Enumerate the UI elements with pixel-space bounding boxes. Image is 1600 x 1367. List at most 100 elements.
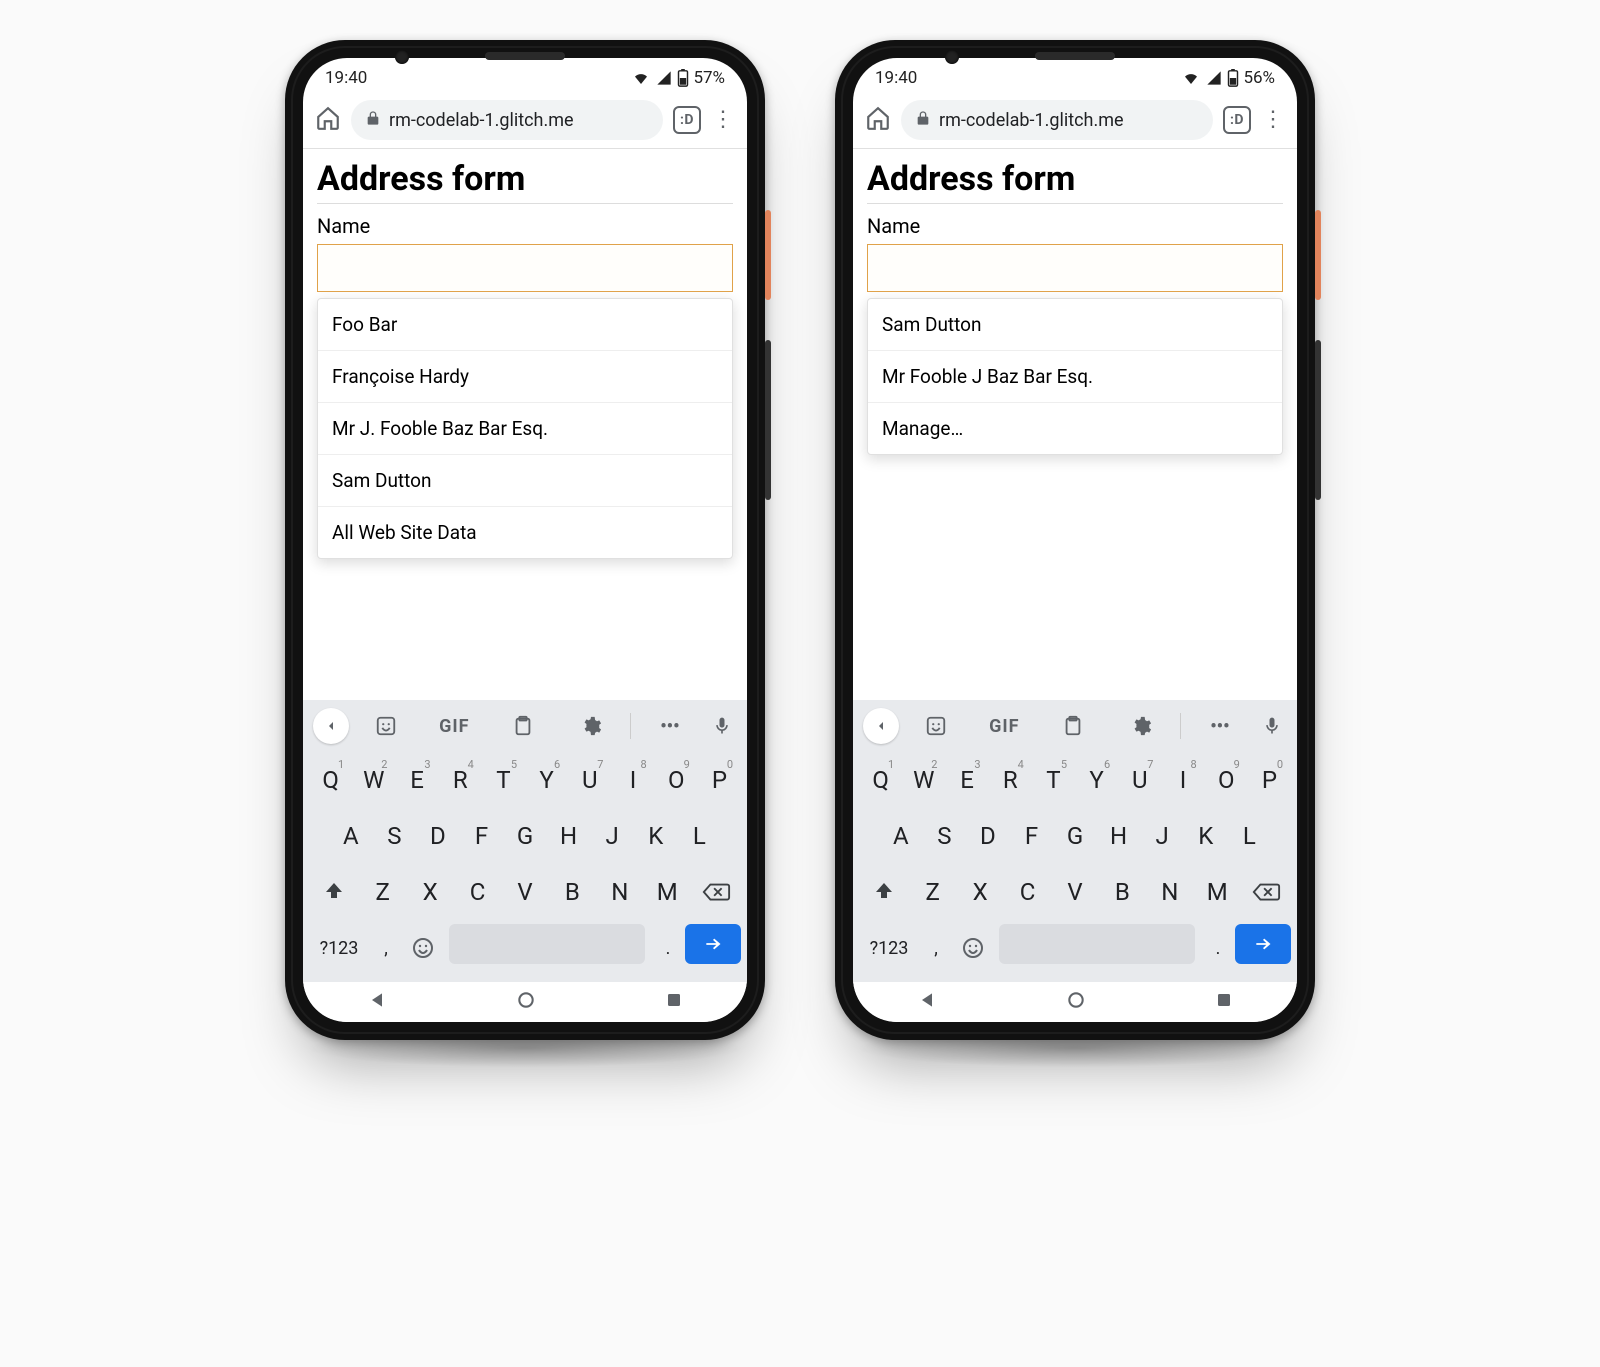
- autofill-suggestion[interactable]: All Web Site Data: [318, 507, 732, 558]
- address-bar[interactable]: rm-codelab-1.glitch.me: [351, 100, 663, 140]
- key-P[interactable]: P0: [1250, 756, 1289, 804]
- mic-icon[interactable]: [1257, 716, 1287, 736]
- gif-button[interactable]: GIF: [423, 716, 485, 737]
- sticker-icon[interactable]: [355, 715, 417, 737]
- backspace-key[interactable]: [1243, 868, 1289, 916]
- period-key[interactable]: .: [653, 924, 683, 972]
- clipboard-icon[interactable]: [1041, 715, 1103, 737]
- sticker-icon[interactable]: [905, 715, 967, 737]
- clipboard-icon[interactable]: [491, 715, 553, 737]
- key-C[interactable]: C: [1006, 868, 1049, 916]
- key-S[interactable]: S: [375, 812, 415, 860]
- overflow-menu-icon[interactable]: ⋮: [1261, 109, 1285, 131]
- key-N[interactable]: N: [598, 868, 641, 916]
- home-icon[interactable]: [865, 105, 891, 135]
- keyboard-collapse-button[interactable]: [313, 708, 349, 744]
- key-Z[interactable]: Z: [911, 868, 954, 916]
- key-A[interactable]: A: [881, 812, 921, 860]
- autofill-suggestion[interactable]: Manage…: [868, 403, 1282, 454]
- key-G[interactable]: G: [1055, 812, 1095, 860]
- nav-back-icon[interactable]: [367, 990, 387, 1014]
- key-K[interactable]: K: [1186, 812, 1226, 860]
- address-bar[interactable]: rm-codelab-1.glitch.me: [901, 100, 1213, 140]
- key-F[interactable]: F: [1012, 812, 1052, 860]
- key-H[interactable]: H: [1099, 812, 1139, 860]
- tab-switcher-button[interactable]: :D: [1223, 106, 1251, 134]
- autofill-suggestion[interactable]: Mr Fooble J Baz Bar Esq.: [868, 351, 1282, 403]
- gear-icon[interactable]: [560, 715, 622, 737]
- key-I[interactable]: I8: [1163, 756, 1202, 804]
- backspace-key[interactable]: [693, 868, 739, 916]
- numbers-key[interactable]: ?123: [861, 924, 917, 972]
- nav-recent-icon[interactable]: [1215, 991, 1233, 1013]
- nav-recent-icon[interactable]: [665, 991, 683, 1013]
- key-V[interactable]: V: [1053, 868, 1096, 916]
- key-D[interactable]: D: [968, 812, 1008, 860]
- name-input[interactable]: [867, 244, 1283, 292]
- autofill-suggestion[interactable]: Sam Dutton: [868, 299, 1282, 351]
- gear-icon[interactable]: [1110, 715, 1172, 737]
- autofill-suggestion[interactable]: Mr J. Fooble Baz Bar Esq.: [318, 403, 732, 455]
- shift-key[interactable]: [861, 868, 907, 916]
- key-C[interactable]: C: [456, 868, 499, 916]
- name-input[interactable]: [317, 244, 733, 292]
- key-I[interactable]: I8: [613, 756, 652, 804]
- key-O[interactable]: O9: [657, 756, 696, 804]
- home-icon[interactable]: [315, 105, 341, 135]
- key-G[interactable]: G: [505, 812, 545, 860]
- mic-icon[interactable]: [707, 716, 737, 736]
- comma-key[interactable]: ,: [921, 924, 951, 972]
- nav-back-icon[interactable]: [917, 990, 937, 1014]
- emoji-key[interactable]: [955, 924, 991, 972]
- more-icon[interactable]: •••: [639, 716, 701, 737]
- numbers-key[interactable]: ?123: [311, 924, 367, 972]
- key-O[interactable]: O9: [1207, 756, 1246, 804]
- key-J[interactable]: J: [592, 812, 632, 860]
- key-H[interactable]: H: [549, 812, 589, 860]
- period-key[interactable]: .: [1203, 924, 1233, 972]
- enter-key[interactable]: [685, 924, 741, 964]
- key-T[interactable]: T5: [1034, 756, 1073, 804]
- autofill-suggestion[interactable]: Foo Bar: [318, 299, 732, 351]
- overflow-menu-icon[interactable]: ⋮: [711, 109, 735, 131]
- key-B[interactable]: B: [1101, 868, 1144, 916]
- space-key[interactable]: [999, 924, 1195, 964]
- key-X[interactable]: X: [958, 868, 1001, 916]
- key-E[interactable]: E3: [397, 756, 436, 804]
- keyboard-collapse-button[interactable]: [863, 708, 899, 744]
- key-R[interactable]: R4: [441, 756, 480, 804]
- key-F[interactable]: F: [462, 812, 502, 860]
- autofill-suggestion[interactable]: Françoise Hardy: [318, 351, 732, 403]
- enter-key[interactable]: [1235, 924, 1291, 964]
- tab-switcher-button[interactable]: :D: [673, 106, 701, 134]
- shift-key[interactable]: [311, 868, 357, 916]
- key-J[interactable]: J: [1142, 812, 1182, 860]
- more-icon[interactable]: •••: [1189, 716, 1251, 737]
- nav-home-icon[interactable]: [516, 990, 536, 1014]
- key-S[interactable]: S: [925, 812, 965, 860]
- key-W[interactable]: W2: [904, 756, 943, 804]
- emoji-key[interactable]: [405, 924, 441, 972]
- key-M[interactable]: M: [646, 868, 689, 916]
- nav-home-icon[interactable]: [1066, 990, 1086, 1014]
- key-P[interactable]: P0: [700, 756, 739, 804]
- key-M[interactable]: M: [1196, 868, 1239, 916]
- key-U[interactable]: U7: [1120, 756, 1159, 804]
- key-L[interactable]: L: [680, 812, 720, 860]
- key-Y[interactable]: Y6: [1077, 756, 1116, 804]
- key-Z[interactable]: Z: [361, 868, 404, 916]
- key-L[interactable]: L: [1230, 812, 1270, 860]
- key-V[interactable]: V: [503, 868, 546, 916]
- key-K[interactable]: K: [636, 812, 676, 860]
- key-W[interactable]: W2: [354, 756, 393, 804]
- comma-key[interactable]: ,: [371, 924, 401, 972]
- key-D[interactable]: D: [418, 812, 458, 860]
- space-key[interactable]: [449, 924, 645, 964]
- key-Q[interactable]: Q1: [311, 756, 350, 804]
- key-U[interactable]: U7: [570, 756, 609, 804]
- key-Q[interactable]: Q1: [861, 756, 900, 804]
- key-N[interactable]: N: [1148, 868, 1191, 916]
- key-R[interactable]: R4: [991, 756, 1030, 804]
- autofill-suggestion[interactable]: Sam Dutton: [318, 455, 732, 507]
- key-X[interactable]: X: [408, 868, 451, 916]
